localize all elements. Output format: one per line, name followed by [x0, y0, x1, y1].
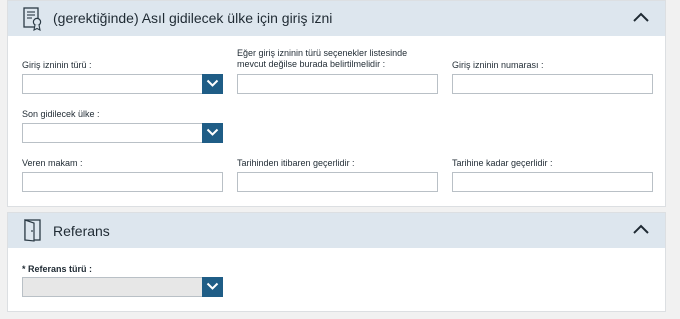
valid-from-input[interactable] [237, 172, 438, 192]
permit-type-select[interactable] [22, 74, 223, 94]
other-type-label-line2: mevcut değilse burada belirtilmelidir : [237, 59, 386, 69]
issuing-authority-input[interactable] [22, 172, 223, 192]
reference-panel: Referans * Referans türü : [7, 212, 666, 312]
other-type-label-line1: Eğer giriş izninin türü seçenekler liste… [237, 48, 408, 58]
entry-permit-header[interactable]: (gerektiğinde) Asıl gidilecek ülke için … [8, 1, 665, 36]
reference-title: Referans [53, 223, 110, 239]
valid-until-input[interactable] [452, 172, 653, 192]
chevron-down-icon[interactable] [202, 123, 223, 143]
entry-permit-title: (gerektiğinde) Asıl gidilecek ülke için … [53, 10, 333, 26]
collapse-chevron-up-icon[interactable] [631, 222, 651, 236]
chevron-down-icon[interactable] [202, 74, 223, 94]
reference-type-select[interactable] [22, 277, 223, 297]
permit-number-input[interactable] [452, 74, 653, 94]
door-icon [22, 218, 44, 247]
valid-until-label: Tarihine kadar geçerlidir : [452, 158, 553, 168]
issuing-authority-label: Veren makam : [22, 158, 83, 168]
other-type-input[interactable] [237, 74, 438, 94]
chevron-down-icon[interactable] [202, 277, 223, 297]
certificate-icon [22, 7, 44, 36]
valid-from-label: Tarihinden itibaren geçerlidir : [237, 158, 355, 168]
last-country-select[interactable] [22, 123, 223, 143]
permit-number-label: Giriş izninin numarası : [452, 60, 544, 70]
reference-type-label: * Referans türü : [22, 264, 93, 274]
collapse-chevron-up-icon[interactable] [631, 10, 651, 24]
permit-type-label: Giriş izninin türü : [22, 60, 92, 70]
entry-permit-panel: (gerektiğinde) Asıl gidilecek ülke için … [7, 0, 666, 207]
last-country-label: Son gidilecek ülke : [22, 109, 100, 119]
reference-header[interactable]: Referans [8, 213, 665, 248]
